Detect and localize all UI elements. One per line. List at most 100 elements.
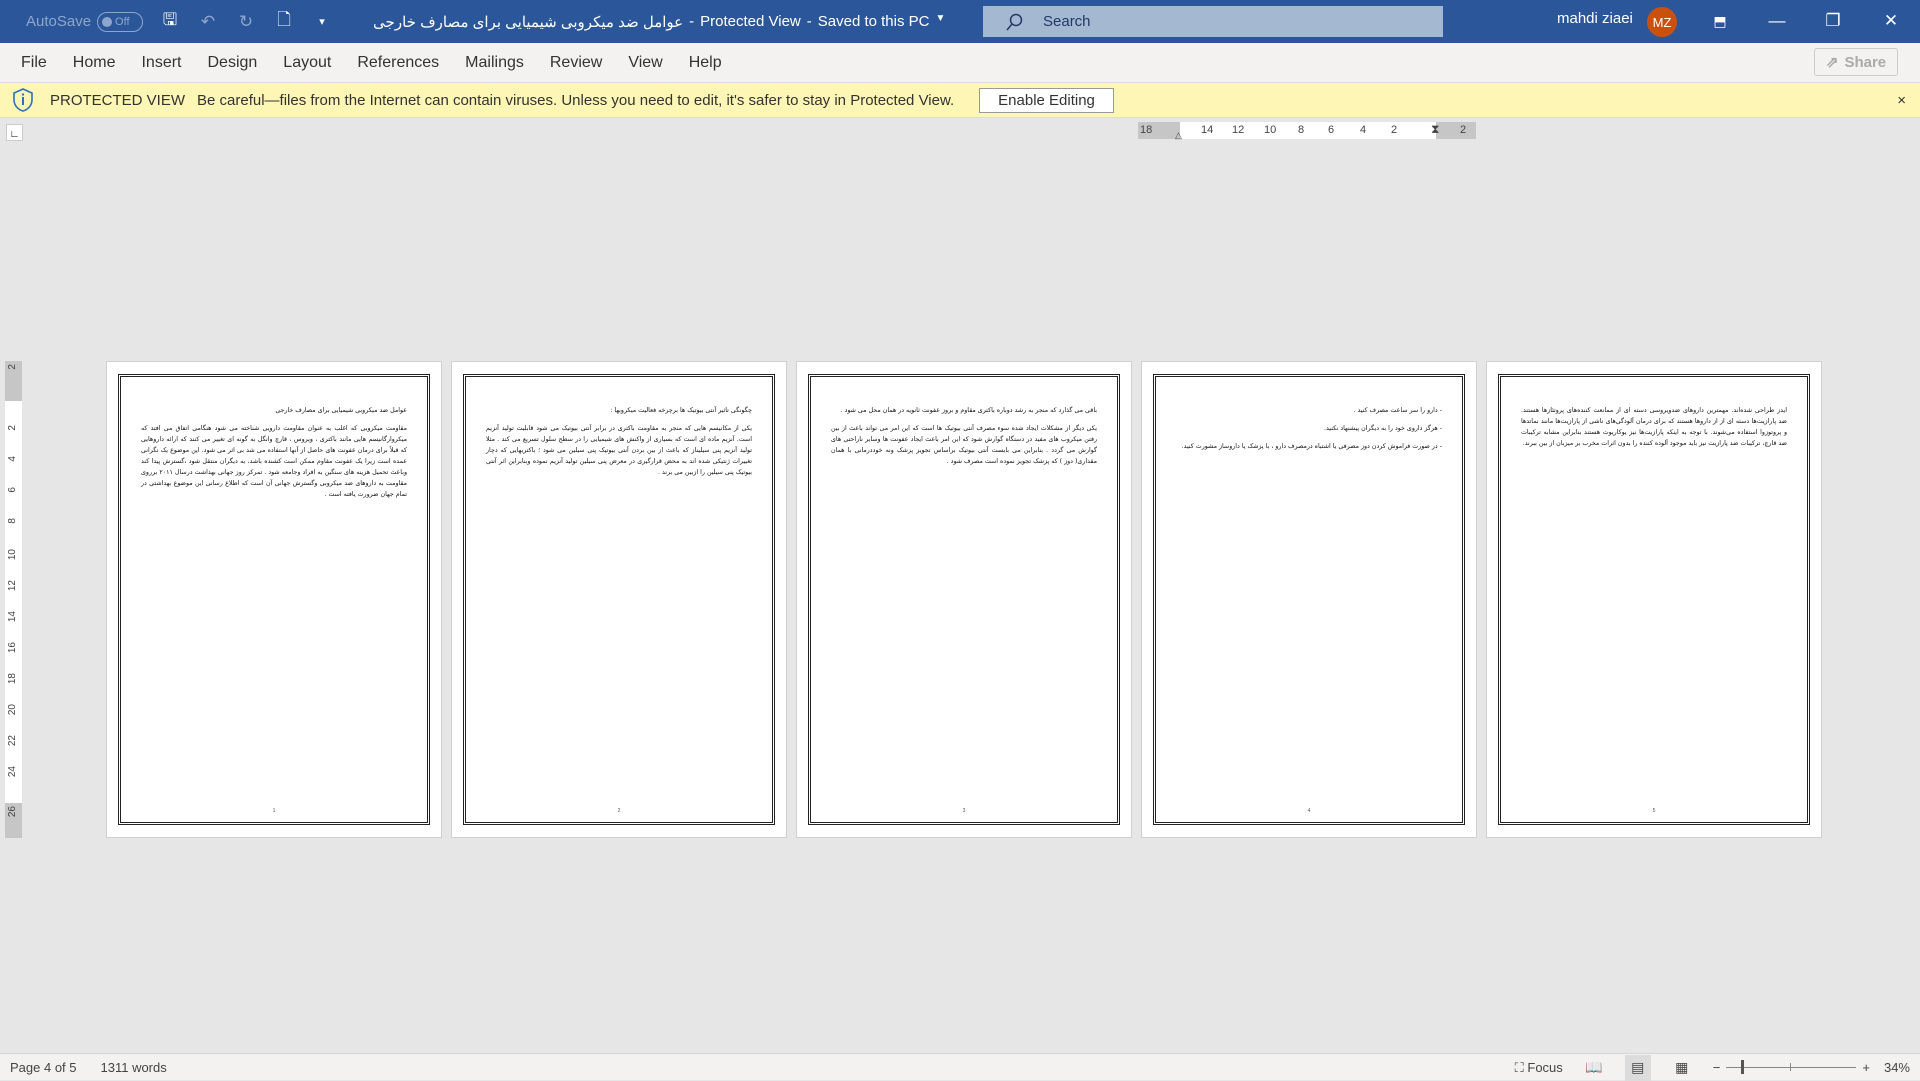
- customize-toolbar-icon[interactable]: ▾: [311, 11, 333, 33]
- tab-design[interactable]: Design: [194, 54, 270, 72]
- page-text: چگونگی تاثیر آنتی بیوتیک ها برچرخه فعالی…: [486, 405, 752, 478]
- protected-view-message: Be careful—files from the Internet can c…: [197, 91, 955, 109]
- vertical-ruler[interactable]: 2 2 4 6 8 10 12 14 16 18 20 22 24 26: [5, 361, 22, 838]
- page-border: باقی می گذارد که منجر به رشد دوباره باکت…: [808, 374, 1120, 825]
- page-text: - دارو را سر ساعت مصرف کنید . - هرگز دارو…: [1176, 405, 1442, 452]
- restore-icon[interactable]: ❐: [1818, 8, 1848, 34]
- document-page[interactable]: ایدز طراحی شده‌اند. مهمترین داروهای ضدوی…: [1486, 361, 1822, 838]
- shield-icon: [12, 88, 34, 112]
- ruler-tick: 16: [7, 642, 18, 654]
- ruler-tick: 10: [1264, 124, 1277, 136]
- paragraph: - هرگز داروی خود را به دیگران پیشنهاد نک…: [1324, 425, 1442, 432]
- tab-file[interactable]: File: [0, 54, 60, 72]
- page-indicator[interactable]: Page 4 of 5: [10, 1060, 77, 1075]
- zoom-level[interactable]: 34%: [1884, 1060, 1910, 1075]
- paragraph: - در صورت فراموش کردن دوز مصرفی یا اشتبا…: [1181, 443, 1442, 450]
- ribbon-display-icon[interactable]: ⬒: [1705, 8, 1735, 34]
- undo-icon[interactable]: ↶: [197, 11, 219, 33]
- indent-marker-icon[interactable]: ⧗: [1431, 122, 1439, 137]
- tab-layout[interactable]: Layout: [270, 54, 344, 72]
- zoom-out-button[interactable]: −: [1713, 1060, 1721, 1075]
- user-name[interactable]: mahdi ziaei: [1557, 10, 1633, 27]
- enable-editing-button[interactable]: Enable Editing: [979, 87, 1114, 113]
- focus-label: Focus: [1527, 1059, 1563, 1075]
- page-text: عوامل ضد میکروبی شیمیایی برای مصارف خارج…: [141, 405, 407, 500]
- paragraph: یکی از مکانیسم هایی که منجر به مقاومت با…: [486, 425, 752, 476]
- redo-icon[interactable]: ↻: [235, 11, 257, 33]
- share-label: Share: [1844, 53, 1887, 71]
- protected-view-label: PROTECTED VIEW: [50, 91, 186, 109]
- share-icon: ⇗: [1825, 54, 1839, 71]
- page-text: ایدز طراحی شده‌اند. مهمترین داروهای ضدوی…: [1521, 405, 1787, 449]
- focus-icon: ⛶: [1514, 1059, 1524, 1075]
- indent-marker-icon[interactable]: △: [1175, 130, 1182, 141]
- ruler-tick: 2: [1460, 124, 1467, 136]
- ruler-tick: 12: [7, 580, 18, 592]
- ruler-tick: 24: [7, 766, 18, 778]
- save-icon[interactable]: 🖫: [159, 10, 181, 33]
- ruler-tick: 10: [7, 549, 18, 561]
- web-layout-icon[interactable]: ▦: [1669, 1055, 1695, 1081]
- document-page[interactable]: عوامل ضد میکروبی شیمیایی برای مصارف خارج…: [106, 361, 442, 838]
- new-document-icon[interactable]: 🗋: [273, 10, 295, 33]
- horizontal-ruler[interactable]: 18 14 12 10 8 6 4 2 2 △ ⧗: [1138, 122, 1476, 141]
- tab-mailings[interactable]: Mailings: [452, 54, 537, 72]
- page-border: عوامل ضد میکروبی شیمیایی برای مصارف خارج…: [118, 374, 430, 825]
- separator: -: [806, 12, 812, 30]
- document-page[interactable]: باقی می گذارد که منجر به رشد دوباره باکت…: [796, 361, 1132, 838]
- tab-help[interactable]: Help: [676, 54, 735, 72]
- document-page[interactable]: چگونگی تاثیر آنتی بیوتیک ها برچرخه فعالی…: [451, 361, 787, 838]
- tab-review[interactable]: Review: [537, 54, 615, 72]
- close-icon[interactable]: ✕: [1876, 8, 1906, 34]
- separator: -: [689, 12, 695, 30]
- autosave-state: Off: [115, 15, 130, 28]
- search-box[interactable]: Search: [983, 6, 1443, 37]
- ruler-tick: 26: [7, 806, 18, 818]
- zoom-in-button[interactable]: +: [1862, 1060, 1870, 1075]
- page-border: - دارو را سر ساعت مصرف کنید . - هرگز دارو…: [1153, 374, 1465, 825]
- tab-view[interactable]: View: [615, 54, 675, 72]
- chevron-down-icon[interactable]: ▼: [936, 13, 946, 31]
- ruler-tick: 12: [1232, 124, 1245, 136]
- focus-button[interactable]: ⛶ Focus: [1515, 1060, 1563, 1076]
- tab-selector[interactable]: ∟: [6, 124, 23, 141]
- ruler-tick: 8: [1298, 124, 1305, 136]
- save-status[interactable]: Saved to this PC: [818, 13, 930, 31]
- paragraph: مقاومت میکروبی که اغلب به عنوان مقاومت د…: [141, 425, 407, 498]
- page-number: 3: [962, 808, 966, 814]
- zoom-slider[interactable]: [1726, 1060, 1857, 1074]
- tab-insert[interactable]: Insert: [128, 54, 194, 72]
- document-page[interactable]: - دارو را سر ساعت مصرف کنید . - هرگز دارو…: [1141, 361, 1477, 838]
- paragraph: - دارو را سر ساعت مصرف کنید .: [1353, 407, 1442, 414]
- ruler-tick: 20: [7, 704, 18, 716]
- share-button[interactable]: ⇗ Share: [1814, 48, 1898, 76]
- ruler-tick: 14: [1201, 124, 1214, 136]
- close-icon[interactable]: ×: [1897, 92, 1906, 109]
- autosave-toggle[interactable]: AutoSave Off: [26, 11, 144, 32]
- toggle-dot-icon: [102, 16, 113, 27]
- page-border: ایدز طراحی شده‌اند. مهمترین داروهای ضدوی…: [1498, 374, 1810, 825]
- doc-name: عوامل ضد میکروبی شیمیایی برای مصارف خارج…: [373, 13, 684, 31]
- tab-home[interactable]: Home: [60, 54, 129, 72]
- paragraph: باقی می گذارد که منجر به رشد دوباره باکت…: [840, 407, 1097, 414]
- minimize-icon[interactable]: —: [1762, 8, 1792, 34]
- page-number: 4: [1307, 808, 1311, 814]
- tab-references[interactable]: References: [344, 54, 452, 72]
- ruler-tick: 6: [1328, 124, 1335, 136]
- word-count[interactable]: 1311 words: [101, 1060, 167, 1075]
- zoom-control: − + 34%: [1713, 1060, 1910, 1075]
- protected-view-bar: PROTECTED VIEW Be careful—files from the…: [0, 82, 1920, 118]
- ruler-tick: 2: [7, 425, 18, 431]
- avatar[interactable]: MZ: [1647, 7, 1677, 37]
- status-bar: Page 4 of 5 1311 words ⛶ Focus 📖 ▤ ▦ − +…: [0, 1053, 1920, 1081]
- page-number: 2: [617, 808, 621, 814]
- search-placeholder: Search: [1043, 13, 1091, 30]
- ruler-tick: 14: [7, 611, 18, 623]
- read-mode-icon[interactable]: 📖: [1581, 1055, 1607, 1081]
- page-number: 1: [272, 808, 276, 814]
- zoom-slider-handle[interactable]: [1741, 1060, 1745, 1074]
- search-icon: [1006, 13, 1023, 30]
- ruler-tick: 2: [1391, 124, 1398, 136]
- print-layout-icon[interactable]: ▤: [1624, 1054, 1651, 1081]
- paragraph: عوامل ضد میکروبی شیمیایی برای مصارف خارج…: [275, 407, 407, 414]
